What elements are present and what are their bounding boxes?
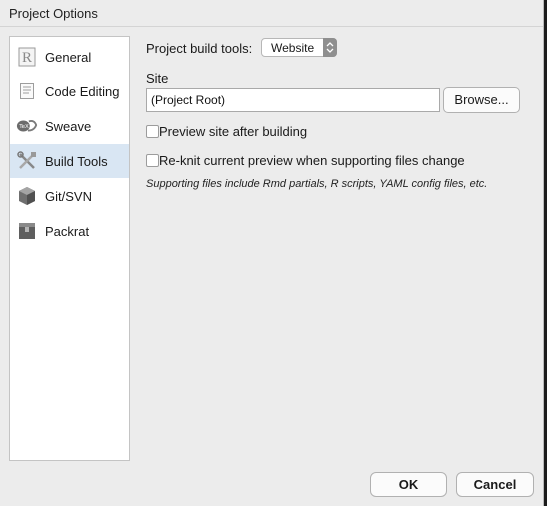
sidebar-item-sweave[interactable]: TeX Sweave — [10, 109, 129, 143]
browse-button[interactable]: Browse... — [443, 87, 520, 113]
sidebar-item-label: Code Editing — [45, 83, 120, 99]
sidebar-item-git-svn[interactable]: Git/SVN — [10, 179, 129, 213]
ok-button[interactable]: OK — [370, 472, 447, 497]
project-options-dialog: Project Options R General Code Editing T… — [0, 0, 544, 506]
build-tools-value: Website — [271, 41, 315, 55]
sidebar-item-label: Sweave — [45, 118, 92, 134]
title-bar: Project Options — [0, 0, 543, 27]
svg-text:TeX: TeX — [18, 124, 29, 130]
reknit-label: Re-knit current preview when supporting … — [159, 153, 465, 168]
sidebar-item-packrat[interactable]: Packrat — [10, 214, 129, 248]
updown-arrows-icon — [323, 38, 337, 57]
reknit-checkbox[interactable] — [146, 154, 159, 167]
site-directory-input[interactable] — [146, 88, 440, 112]
sidebar-item-build-tools[interactable]: Build Tools — [10, 144, 129, 178]
build-tools-select[interactable]: Website — [261, 38, 337, 57]
r-logo-icon: R — [16, 46, 38, 68]
options-sidebar: R General Code Editing TeX Sweave Build … — [9, 36, 130, 461]
sidebar-item-label: Git/SVN — [45, 188, 92, 204]
build-tools-icon — [16, 150, 38, 172]
sidebar-item-code-editing[interactable]: Code Editing — [10, 74, 129, 108]
git-svn-icon — [16, 185, 38, 207]
sidebar-item-general[interactable]: R General — [10, 40, 129, 74]
preview-site-label: Preview site after building — [159, 124, 308, 139]
build-tools-label: Project build tools: — [146, 41, 253, 56]
preview-site-checkbox[interactable] — [146, 125, 159, 138]
packrat-icon — [16, 220, 38, 242]
sidebar-item-label: Packrat — [45, 223, 90, 239]
window-title: Project Options — [9, 6, 98, 21]
document-icon — [16, 80, 38, 102]
sweave-icon: TeX — [16, 115, 38, 137]
sidebar-item-label: General — [45, 49, 92, 65]
svg-text:R: R — [22, 50, 32, 66]
cancel-button[interactable]: Cancel — [456, 472, 534, 497]
supporting-files-note: Supporting files include Rmd partials, R… — [146, 178, 488, 190]
sidebar-item-label: Build Tools — [45, 153, 108, 169]
